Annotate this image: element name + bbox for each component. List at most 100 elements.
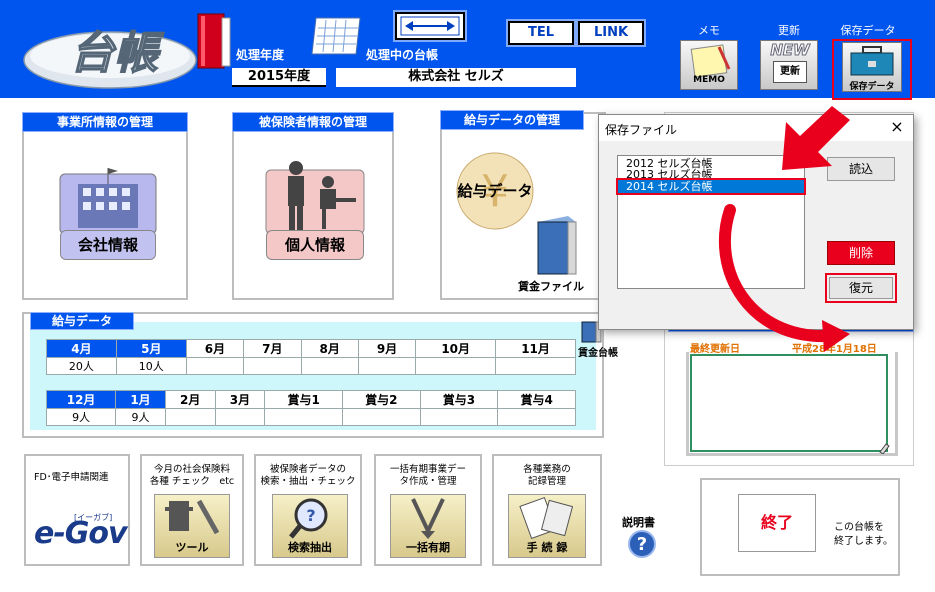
month-header-cell[interactable]: 賞与4 [497,390,576,409]
save-data-button[interactable]: 保存データ [842,42,902,92]
egov-button[interactable]: e-Gov [34,516,128,551]
month-header-cell[interactable]: 2月 [164,390,216,409]
records-button-label: 手 続 録 [526,541,568,554]
month-header-cell[interactable]: 4月 [46,339,117,358]
help-icon[interactable]: ? [628,530,656,558]
month-header-cell[interactable]: 5月 [115,339,187,358]
wage-ledger-label: 賃金台帳 [578,348,618,359]
briefcase-icon [850,46,894,76]
month-header-cell[interactable]: 1月 [115,390,166,409]
delete-button[interactable]: 削除 [827,241,895,265]
logo-text: 台帳 [70,28,165,79]
load-button[interactable]: 読込 [827,157,895,181]
salary-data-button[interactable]: ¥ 給与データ [454,150,536,232]
year-value: 2015年度 [232,68,326,87]
people-icon [265,161,365,235]
month-header-cell[interactable]: 7月 [243,339,302,358]
building-icon [59,168,157,235]
notebook-icon [519,496,574,540]
width-toggle-button[interactable] [393,10,467,42]
employee-count-cell [341,408,421,426]
month-header-cell[interactable]: 11月 [495,339,576,358]
shovel-icon [411,498,445,539]
month-header-cell[interactable]: 6月 [185,339,245,358]
employee-count-cell [300,357,359,375]
tel-button[interactable]: TEL [506,19,576,47]
double-arrow-icon [400,16,460,36]
month-header-cell[interactable]: 賞与3 [419,390,499,409]
wage-file-icon[interactable] [534,214,580,276]
daicho-logo: 台帳 [23,27,197,89]
employee-count-cell [164,408,216,426]
insured-card-title: 被保険者情報の管理 [232,112,394,132]
salary-panel-title: 給与データ [30,312,134,330]
tools-label-2: 各種 チェック etc [149,476,235,487]
exit-button[interactable]: 終了 [738,494,816,552]
bulk-button-label: 一括有期 [406,541,450,554]
binder-icon [197,13,231,69]
dialog-close-button[interactable]: × [887,117,907,136]
update-button[interactable]: NEW 更新 [760,40,818,90]
employee-count-cell: 9人 [45,408,117,426]
employee-count-cell [243,357,302,375]
month-header-cell[interactable]: 9月 [357,339,417,358]
personal-info-button[interactable]: 個人情報 [262,156,368,262]
search-button-label: 検索抽出 [288,541,332,554]
salary-card-title: 給与データの管理 [440,110,584,130]
salary-table-bottom: 12月 1月 2月 3月 賞与1 賞与2 賞与3 賞与4 9人 9人 [45,390,576,426]
bulk-label-1: 一括有期事業デー [389,464,466,475]
employee-count-cell: 9人 [115,408,166,426]
fd-label: FD･電子申請関連 [34,472,109,483]
wage-file-label: 賃金ファイル [518,280,584,293]
bulk-label-2: タ作成・管理 [399,476,457,487]
svg-text:?: ? [306,506,315,525]
file-listbox[interactable]: 2012 セルズ台帳 2013 セルズ台帳 2014 セルズ台帳 [616,155,806,289]
restore-button[interactable]: 復元 [829,277,893,299]
month-header-cell[interactable]: 10月 [415,339,497,358]
save-label: 保存データ [840,24,896,37]
file-list-item[interactable]: 2014 セルズ台帳 [616,178,806,195]
month-header-cell[interactable]: 賞与1 [264,390,343,409]
year-label: 処理年度 [236,48,285,62]
company-info-button[interactable]: 会社情報 [56,166,160,262]
tools-label-1: 今月の社会保険料 [153,464,230,475]
save-file-dialog: 保存ファイル × 2012 セルズ台帳 2013 セルズ台帳 2014 セルズ台帳 … [598,114,914,330]
employee-count-cell [415,357,497,375]
month-header-cell[interactable]: 3月 [214,390,266,409]
update-icon-text: NEW [770,41,810,60]
month-header-cell[interactable]: 8月 [300,339,359,358]
memo-textarea[interactable] [690,354,888,452]
records-label-1: 各種業務の [523,464,571,475]
employee-count-cell [357,357,417,375]
employee-count-cell [419,408,499,426]
file-list: 2012 セルズ台帳 2013 セルズ台帳 2014 セルズ台帳 [616,158,806,195]
employee-count-cell [264,408,343,426]
link-button[interactable]: LINK [576,19,646,47]
employee-count-cell [214,408,266,426]
month-header-cell[interactable]: 12月 [45,390,117,409]
tools-icon [165,499,220,535]
eraser-icon[interactable] [876,442,890,454]
company-value: 株式会社 セルズ [336,68,576,87]
bulk-button[interactable]: 一括有期 [390,494,466,558]
file-list-item[interactable]: 2013 セルズ台帳 [618,169,804,180]
exit-desc-2: 終了します。 [834,536,893,547]
employee-count-cell: 20人 [46,357,117,375]
month-header-cell[interactable]: 賞与2 [341,390,421,409]
memo-button[interactable]: MEMO [680,40,738,90]
employee-count-cell [497,408,576,426]
salary-data-label: 給与データ [457,182,533,200]
employee-count-cell: 10人 [115,357,187,375]
magnifier-icon: ? [289,498,328,539]
search-label-2: 検索・抽出・チェック [260,476,356,487]
save-icon-text: 保存データ [849,82,895,92]
employee-count-cell [185,357,245,375]
records-button[interactable]: 手 続 録 [508,494,586,558]
records-label-2: 記録管理 [527,476,566,487]
employee-count-cell [495,357,576,375]
tools-button[interactable]: ツール [154,494,230,558]
search-button[interactable]: ? 検索抽出 [272,494,348,558]
update-icon-sub: 更新 [773,61,807,83]
memo-label: メモ [698,24,720,37]
search-label-1: 被保険者データの [269,464,346,475]
